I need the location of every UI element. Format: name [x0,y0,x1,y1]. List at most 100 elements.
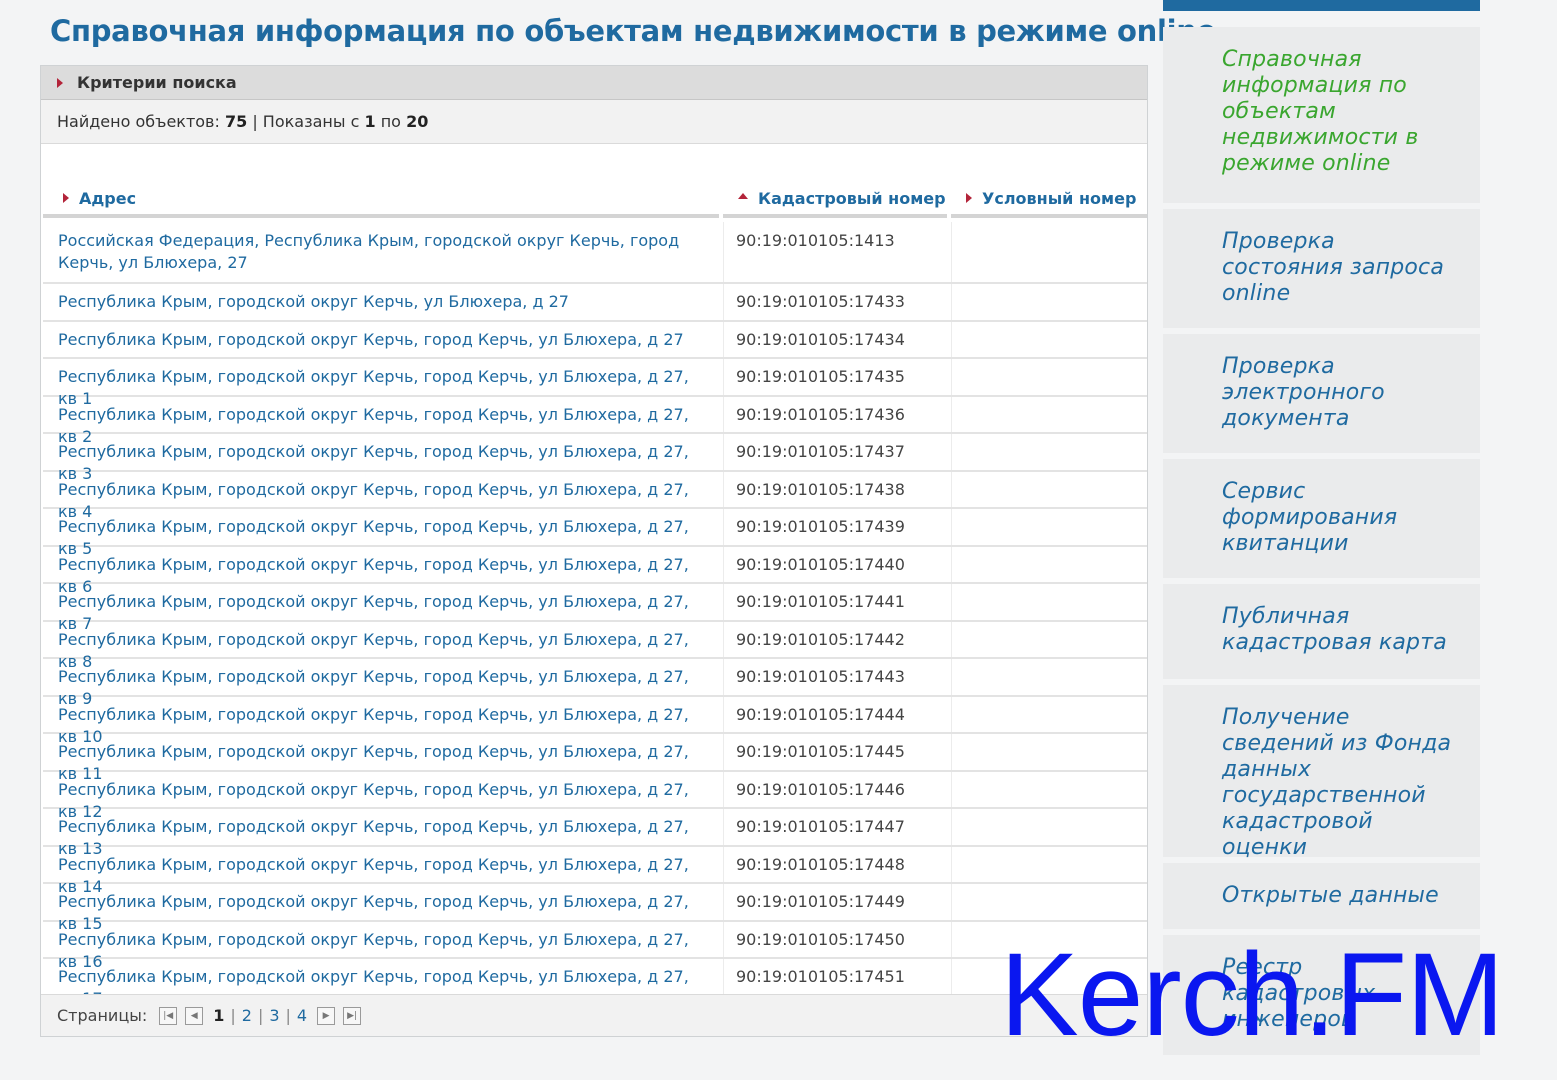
cadastral-number: 90:19:010105:1413 [723,222,947,282]
table-row: Республика Крым, городской округ Керчь, … [43,884,1147,933]
cadastral-number: 90:19:010105:17436 [723,396,947,432]
next-page-icon[interactable]: ▶ [317,1006,336,1025]
address-link[interactable]: Республика Крым, городской округ Керчь, … [43,584,719,633]
address-link[interactable]: Российская Федерация, Республика Крым, г… [43,222,719,282]
address-link[interactable]: Республика Крым, городской округ Керчь, … [43,809,719,858]
conditional-number [951,509,1147,545]
results-panel: Критерии поиска Найдено объектов: 75 | П… [40,65,1148,1037]
conditional-number [951,321,1147,357]
table-row: Республика Крым, городской округ Керчь, … [43,959,1147,1008]
table-row: Республика Крым, городской округ Керчь, … [43,284,1147,322]
table-row: Республика Крым, городской округ Керчь, … [43,434,1147,483]
sidebar-item-6[interactable]: Получение сведений из Фонда данных госуд… [1163,685,1480,860]
last-page-icon[interactable]: ▶| [343,1006,362,1025]
table-row: Республика Крым, городской округ Керчь, … [43,771,1147,821]
sidebar-item-1[interactable]: Справочная информация по объектам недвиж… [1163,27,1480,203]
address-link[interactable]: Республика Крым, городской округ Керчь, … [43,547,719,596]
shown-from: 1 [364,112,376,131]
conditional-header-label: Условный номер [982,188,1137,208]
address-link[interactable]: Республика Крым, городской округ Керчь, … [43,847,719,896]
address-link[interactable]: Республика Крым, городской округ Керчь, … [43,734,719,783]
address-link[interactable]: Республика Крым, городской округ Керчь, … [43,772,719,821]
conditional-number [951,471,1147,507]
page-link-4[interactable]: 4 [297,1006,307,1025]
conditional-number [951,884,1147,920]
to-word: по [380,112,401,131]
address-link[interactable]: Республика Крым, городской округ Керчь, … [43,434,719,483]
table-row: Республика Крым, городской округ Керчь, … [43,471,1147,521]
table-row: Республика Крым, городской округ Керчь, … [43,621,1147,671]
address-link[interactable]: Республика Крым, городской округ Керчь, … [43,884,719,933]
sort-arrow-right-icon [63,193,69,203]
sidebar-item-7[interactable]: Открытые данные [1163,863,1480,929]
conditional-number [951,734,1147,770]
address-link[interactable]: Республика Крым, городской округ Керчь, … [43,397,719,446]
page-link-1[interactable]: 1 [213,1006,224,1025]
address-link[interactable]: Республика Крым, городской округ Керчь, … [43,509,719,558]
page-link-2[interactable]: 2 [242,1006,252,1025]
table-row: Республика Крым, городской округ Керчь, … [43,584,1147,633]
conditional-number [951,696,1147,732]
table-row: Республика Крым, городской округ Керчь, … [43,659,1147,708]
conditional-number [951,222,1147,282]
address-link[interactable]: Республика Крым, городской округ Керчь, … [43,697,719,746]
address-link[interactable]: Республика Крым, городской округ Керчь, … [43,659,719,708]
conditional-number [951,621,1147,657]
cadastral-number: 90:19:010105:17438 [723,471,947,507]
address-link[interactable]: Республика Крым, городской округ Керчь, … [43,284,719,320]
cadastral-number: 90:19:010105:17448 [723,846,947,882]
sidebar-item-3[interactable]: Проверка электронного документа [1163,334,1480,453]
cadastral-number: 90:19:010105:17440 [723,546,947,582]
sidebar-item-4[interactable]: Сервис формирования квитанции [1163,459,1480,578]
cadastral-number: 90:19:010105:17449 [723,884,947,920]
address-header-label: Адрес [79,188,137,208]
cadastral-number: 90:19:010105:17447 [723,809,947,845]
search-criteria-label: Критерии поиска [77,73,237,92]
address-link[interactable]: Республика Крым, городской округ Керчь, … [43,472,719,521]
cadastral-number: 90:19:010105:17441 [723,584,947,620]
sidebar-top-strip [1163,0,1480,11]
page-separator: | [285,1006,291,1025]
address-link[interactable]: Республика Крым, городской округ Керчь, … [43,359,719,408]
sort-conditional-header[interactable]: Условный номер [951,182,1147,218]
cadastral-header-label: Кадастровый номер [758,188,946,208]
conditional-number [951,284,1147,320]
cadastral-number: 90:19:010105:17450 [723,921,947,957]
page-title: Справочная информация по объектам недвиж… [50,14,1217,48]
expand-arrow-icon [57,77,63,88]
cadastral-number: 90:19:010105:17435 [723,359,947,395]
sidebar-nav: Справочная информация по объектам недвиж… [1163,27,1480,1061]
address-link[interactable]: Республика Крым, городской округ Керчь, … [43,622,719,671]
watermark: Kerch.FM [1000,929,1504,1061]
cadastral-number: 90:19:010105:17434 [723,321,947,357]
page-separator: | [257,1006,264,1025]
address-link[interactable]: Республика Крым, городской округ Керчь, … [43,959,719,1008]
table-row: Республика Крым, городской округ Керчь, … [43,509,1147,558]
first-page-icon[interactable]: |◀ [159,1006,178,1025]
cadastral-number: 90:19:010105:17446 [723,771,947,807]
cadastral-number: 90:19:010105:17445 [723,734,947,770]
conditional-number [951,659,1147,695]
page-link-3[interactable]: 3 [269,1006,279,1025]
sidebar-item-5[interactable]: Публичная кадастровая карта [1163,584,1480,679]
search-criteria-toggle[interactable]: Критерии поиска [41,66,1147,100]
table-row: Республика Крым, городской округ Керчь, … [43,846,1147,896]
address-link[interactable]: Республика Крым, городской округ Керчь, … [43,922,719,971]
sort-cadastral-header[interactable]: Кадастровый номер [723,182,947,218]
results-summary: Найдено объектов: 75 | Показаны с 1 по 2… [41,100,1147,144]
found-prefix: Найдено объектов: [57,112,220,131]
conditional-number [951,359,1147,395]
cadastral-number: 90:19:010105:17442 [723,621,947,657]
sort-arrow-right-icon [966,193,972,203]
sort-address-header[interactable]: Адрес [43,182,719,218]
table-header: Адрес Кадастровый номер Условный номер [43,182,1147,218]
page-separator: | [230,1006,236,1025]
conditional-number [951,846,1147,882]
sidebar-item-2[interactable]: Проверка состояния запроса online [1163,209,1480,328]
prev-page-icon[interactable]: ◀ [185,1006,204,1025]
table-row: Республика Крым, городской округ Керчь, … [43,696,1147,746]
address-link[interactable]: Республика Крым, городской округ Керчь, … [43,322,719,358]
cadastral-number: 90:19:010105:17433 [723,284,947,320]
shown-prefix: | Показаны с [252,112,360,131]
table-row: Республика Крым, городской округ Керчь, … [43,396,1147,446]
